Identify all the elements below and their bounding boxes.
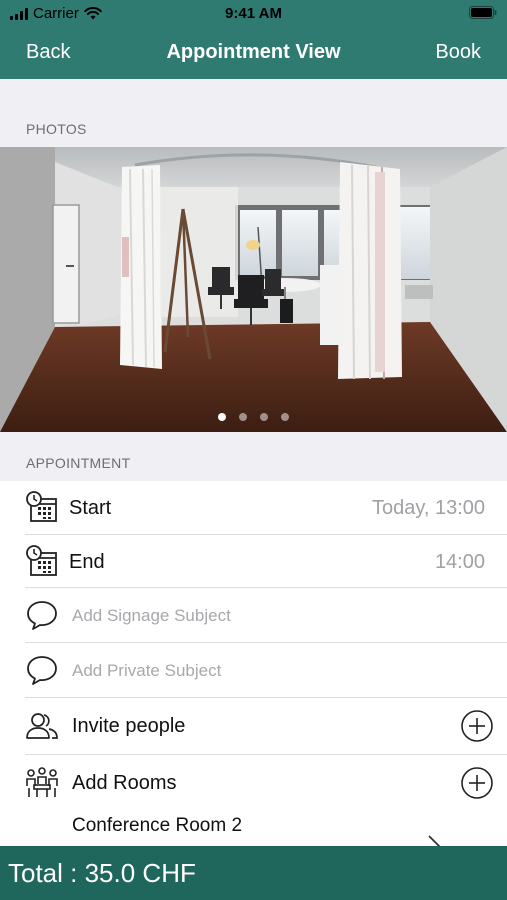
status-time: 9:41 AM: [225, 5, 282, 22]
page-title: Appointment View: [166, 41, 341, 63]
start-row[interactable]: Start Today, 13:00: [0, 481, 507, 535]
book-button[interactable]: Book: [435, 41, 481, 64]
room-photo-carousel[interactable]: [0, 147, 507, 432]
speech-bubble-icon: [27, 601, 57, 630]
end-row[interactable]: End 14:00: [0, 535, 507, 588]
speech-bubble-icon: [27, 656, 57, 685]
calendar-clock-icon: [26, 545, 57, 576]
page-indicator[interactable]: [0, 413, 507, 421]
private-subject-row[interactable]: Add Private Subject: [0, 643, 507, 698]
photos-section-header: PHOTOS: [26, 121, 87, 137]
total-footer: Total : 35.0 CHF: [0, 846, 507, 900]
people-icon: [26, 713, 58, 739]
appointment-section-header: APPOINTMENT: [26, 455, 131, 471]
end-label: End: [69, 551, 105, 573]
signage-subject-row[interactable]: Add Signage Subject: [0, 588, 507, 643]
add-room-plus-icon[interactable]: [461, 767, 493, 799]
add-people-plus-icon[interactable]: [461, 710, 493, 742]
add-rooms-label: Add Rooms: [72, 772, 177, 794]
status-bar: Carrier 9:41 AM: [0, 0, 507, 28]
battery-icon: [469, 6, 497, 24]
start-value[interactable]: Today, 13:00: [372, 497, 485, 520]
total-price: Total : 35.0 CHF: [8, 858, 196, 888]
page-dot-4[interactable]: [281, 413, 289, 421]
page-dot-3[interactable]: [260, 413, 268, 421]
page-dot-1[interactable]: [218, 413, 226, 421]
room-photo: [0, 147, 507, 432]
private-subject-input[interactable]: Add Private Subject: [72, 661, 221, 681]
navigation-bar: Back Appointment View Book: [0, 28, 507, 79]
meeting-room-icon: [26, 767, 58, 797]
invite-people-row[interactable]: Invite people: [0, 698, 507, 755]
page-dot-2[interactable]: [239, 413, 247, 421]
room-name[interactable]: Conference Room 2: [72, 815, 242, 837]
back-button[interactable]: Back: [26, 41, 70, 64]
calendar-clock-icon: [26, 491, 57, 522]
signage-subject-input[interactable]: Add Signage Subject: [72, 606, 231, 626]
start-label: Start: [69, 497, 112, 519]
invite-people-label: Invite people: [72, 715, 186, 737]
appointment-list: Start Today, 13:00 End 14:00 Add Signage…: [0, 481, 507, 857]
end-value[interactable]: 14:00: [435, 551, 485, 574]
add-rooms-row[interactable]: Add Rooms Conference Room 2: [0, 755, 507, 857]
